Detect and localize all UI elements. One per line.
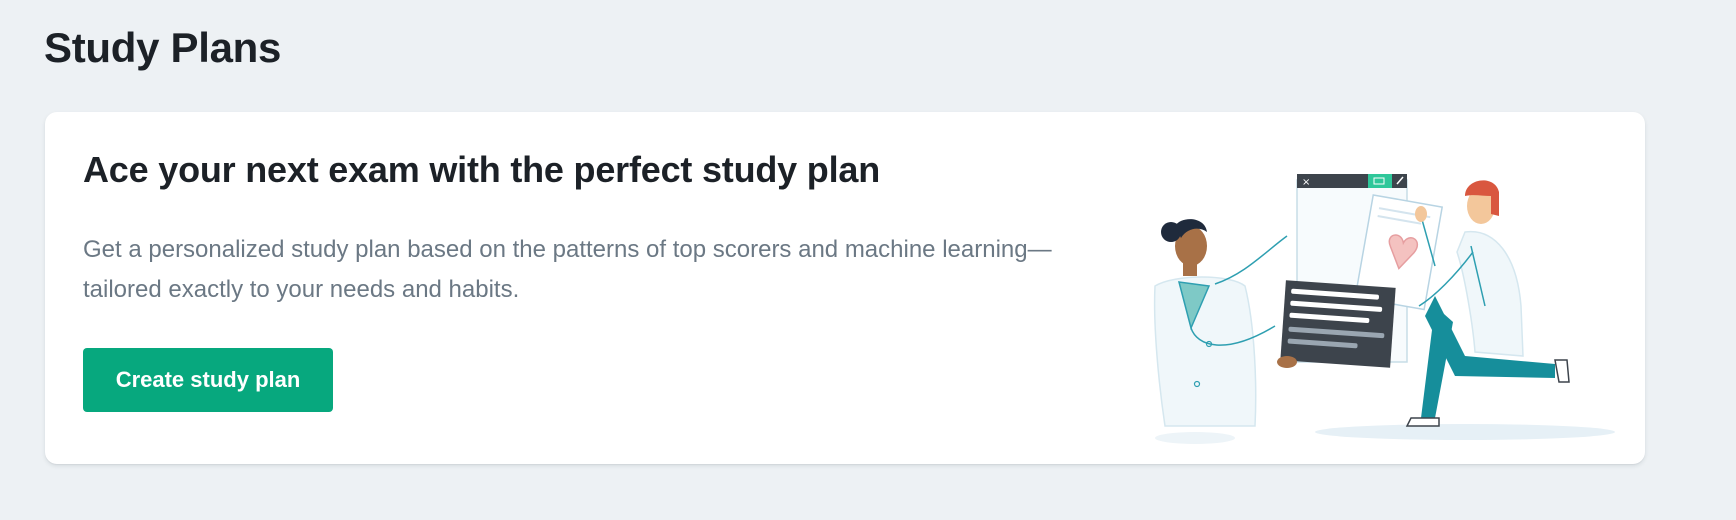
svg-text:×: ×: [1302, 177, 1310, 188]
study-plan-promo-card: Ace your next exam with the perfect stud…: [45, 112, 1645, 464]
page-title: Study Plans: [44, 24, 282, 71]
create-study-plan-button[interactable]: Create study plan: [83, 348, 333, 412]
promo-description: Get a personalized study plan based on t…: [83, 236, 1052, 303]
doctors-illustration-icon: ×: [1153, 174, 1615, 444]
promo-heading: Ace your next exam with the perfect stud…: [83, 149, 881, 190]
